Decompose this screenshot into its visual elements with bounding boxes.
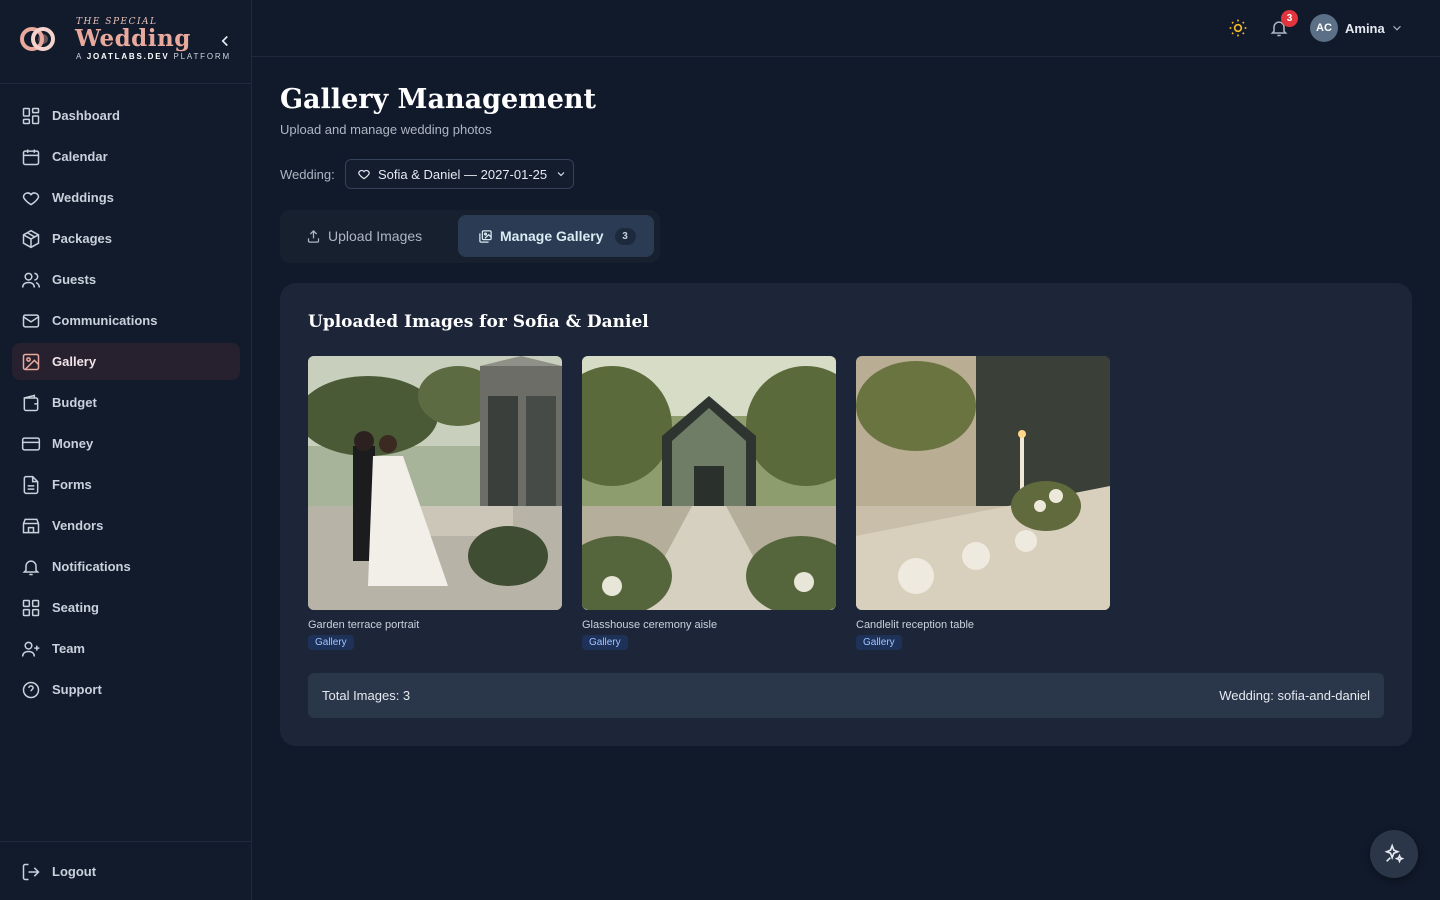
sidebar-footer: Logout <box>0 841 252 900</box>
sidebar-item-packages[interactable]: Packages <box>12 220 240 257</box>
users-icon <box>21 272 41 288</box>
help-icon <box>22 681 40 698</box>
image-caption: Glasshouse ceremony aisle <box>582 619 718 631</box>
sidebar: THE SPECIAL Wedding A JOATLABS.DEV PLATF… <box>0 0 252 900</box>
chevron-down-icon[interactable] <box>1390 21 1404 35</box>
calendar-icon <box>22 149 40 165</box>
sidebar-item-label: Seating <box>52 600 99 615</box>
sidebar-item-support[interactable]: Support <box>12 671 240 708</box>
sidebar-nav: Dashboard Calendar Weddings Packages Gue… <box>12 97 240 712</box>
sidebar-item-label: Money <box>52 436 94 451</box>
package-icon <box>22 229 40 248</box>
tab-upload-images[interactable]: Upload Images <box>294 215 454 257</box>
gallery-item[interactable]: Candlelit reception table Gallery <box>856 356 1110 650</box>
gallery-card: Uploaded Images for Sofia & Daniel Garde… <box>280 283 1412 746</box>
upload-icon <box>307 229 320 243</box>
image-icon <box>22 353 40 370</box>
file-icon <box>23 475 39 494</box>
sparkles-icon <box>1384 843 1405 864</box>
sidebar-item-forms[interactable]: Forms <box>12 466 240 503</box>
tab-label: Upload Images <box>328 228 423 244</box>
gallery-title: Uploaded Images for Sofia & Daniel <box>308 312 649 332</box>
heart-icon <box>358 169 370 180</box>
sidebar-item-team[interactable]: Team <box>12 630 240 667</box>
tab-label: Manage Gallery <box>500 228 604 244</box>
gallery-summary-bar: Total Images: 3 Wedding: sofia-and-danie… <box>308 673 1384 718</box>
image-caption: Garden terrace portrait <box>308 619 420 631</box>
card-icon <box>21 436 41 451</box>
avatar[interactable]: AC <box>1310 14 1338 42</box>
grid-icon <box>22 599 40 616</box>
sidebar-item-label: Vendors <box>52 518 104 533</box>
sidebar-item-calendar[interactable]: Calendar <box>12 138 240 175</box>
sidebar-item-seating[interactable]: Seating <box>12 589 240 626</box>
sidebar-item-money[interactable]: Money <box>12 425 240 462</box>
glasshouse-aisle-photo <box>582 356 836 610</box>
logout-button[interactable]: Logout <box>12 853 240 890</box>
gallery-item[interactable]: Garden terrace portrait Gallery <box>308 356 562 650</box>
sidebar-item-label: Budget <box>52 395 97 410</box>
rings-logo-icon <box>20 27 55 51</box>
gallery-image[interactable] <box>582 356 836 610</box>
sidebar-item-label: Team <box>52 641 85 656</box>
sidebar-item-label: Communications <box>52 313 158 328</box>
images-icon <box>479 229 492 243</box>
gallery-item[interactable]: Glasshouse ceremony aisle Gallery <box>582 356 836 650</box>
gallery-image[interactable] <box>856 356 1110 610</box>
gallery-tabs: Upload Images Manage Gallery 3 <box>280 210 660 263</box>
total-images: Total Images: 3 <box>322 688 411 703</box>
topbar: 3 AC Amina <box>252 0 1440 57</box>
logout-icon <box>22 863 40 880</box>
ai-assistant-button[interactable] <box>1370 830 1418 878</box>
sidebar-item-budget[interactable]: Budget <box>12 384 240 421</box>
wedding-select-value: Sofia & Daniel — 2027-01-25 <box>378 166 548 182</box>
reception-table-photo <box>856 356 1110 610</box>
chevron-down-icon <box>557 172 565 177</box>
tab-manage-gallery[interactable]: Manage Gallery 3 <box>458 215 654 257</box>
page-subtitle: Upload and manage wedding photos <box>280 122 492 137</box>
sidebar-item-weddings[interactable]: Weddings <box>12 179 240 216</box>
brand-tagline-bottom: A JOATLABS.DEV PLATFORM <box>76 52 231 61</box>
wedding-select[interactable]: Sofia & Daniel — 2027-01-25 <box>345 159 574 189</box>
image-tag: Gallery <box>856 635 902 650</box>
brand-name: Wedding <box>75 25 191 52</box>
page-title: Gallery Management <box>280 84 596 115</box>
wedding-label: Wedding: <box>280 167 335 182</box>
image-tag: Gallery <box>308 635 354 650</box>
store-icon <box>22 518 40 533</box>
sidebar-item-communications[interactable]: Communications <box>12 302 240 339</box>
bell-icon <box>22 559 40 575</box>
sidebar-item-label: Forms <box>52 477 92 492</box>
brand-header: THE SPECIAL Wedding A JOATLABS.DEV PLATF… <box>0 0 251 84</box>
sidebar-item-label: Notifications <box>52 559 131 574</box>
user-plus-icon <box>21 641 40 657</box>
sidebar-item-vendors[interactable]: Vendors <box>12 507 240 544</box>
logout-label: Logout <box>52 864 97 879</box>
image-tag: Gallery <box>582 635 628 650</box>
heart-icon <box>22 191 40 206</box>
sidebar-item-guests[interactable]: Guests <box>12 261 240 298</box>
gallery-image[interactable] <box>308 356 562 610</box>
tab-count-badge: 3 <box>614 227 636 245</box>
grid-icon <box>22 107 40 124</box>
wedding-slug: Wedding: sofia-and-daniel <box>1219 688 1370 703</box>
collapse-sidebar-icon[interactable] <box>216 32 234 50</box>
sidebar-item-label: Guests <box>52 272 97 287</box>
sidebar-item-label: Gallery <box>52 354 97 369</box>
sidebar-item-gallery[interactable]: Gallery <box>12 343 240 380</box>
sidebar-item-label: Weddings <box>52 190 114 205</box>
mail-icon <box>22 313 40 328</box>
sidebar-item-notifications[interactable]: Notifications <box>12 548 240 585</box>
sun-icon[interactable] <box>1228 18 1248 38</box>
sidebar-item-dashboard[interactable]: Dashboard <box>12 97 240 134</box>
notification-count-badge: 3 <box>1281 10 1298 27</box>
garden-portrait-photo <box>308 356 562 610</box>
wallet-icon <box>23 394 39 411</box>
sidebar-item-label: Calendar <box>52 149 108 164</box>
user-name[interactable]: Amina <box>1345 21 1385 36</box>
sidebar-item-label: Dashboard <box>52 108 120 123</box>
image-caption: Candlelit reception table <box>856 619 975 631</box>
sidebar-item-label: Packages <box>52 231 112 246</box>
sidebar-item-label: Support <box>52 682 102 697</box>
